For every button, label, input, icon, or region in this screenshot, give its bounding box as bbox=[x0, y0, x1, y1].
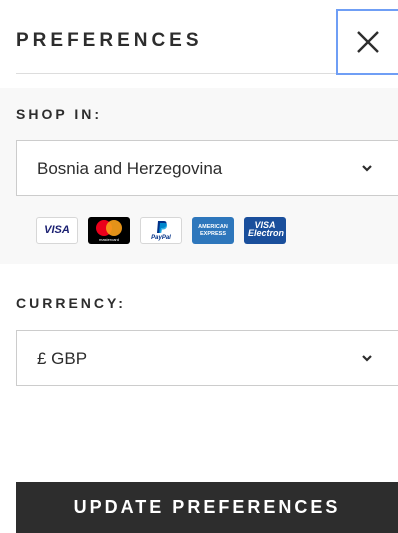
close-button[interactable] bbox=[336, 9, 398, 75]
update-preferences-button[interactable]: UPDATE PREFERENCES bbox=[16, 482, 398, 533]
currency-select[interactable]: £ GBP bbox=[16, 330, 398, 386]
chevron-down-icon bbox=[362, 355, 372, 362]
chevron-down-icon bbox=[362, 165, 372, 172]
preferences-header: PREFERENCES bbox=[0, 0, 398, 75]
close-icon bbox=[357, 31, 379, 53]
country-select-value: Bosnia and Herzegovina bbox=[37, 159, 223, 178]
page-title: PREFERENCES bbox=[16, 30, 203, 51]
header-divider bbox=[16, 73, 338, 74]
visa-icon: VISA bbox=[36, 217, 78, 244]
country-select[interactable]: Bosnia and Herzegovina bbox=[16, 140, 398, 196]
american-express-icon: AMERICAN EXPRESS bbox=[192, 217, 234, 244]
currency-select-value: £ GBP bbox=[37, 349, 88, 368]
visa-electron-icon: VISA Electron bbox=[244, 217, 286, 244]
shop-in-label: SHOP IN: bbox=[16, 106, 102, 122]
mastercard-icon: mastercard bbox=[88, 217, 130, 244]
paypal-icon: PayPal bbox=[140, 217, 182, 244]
currency-label: CURRENCY: bbox=[16, 295, 126, 311]
